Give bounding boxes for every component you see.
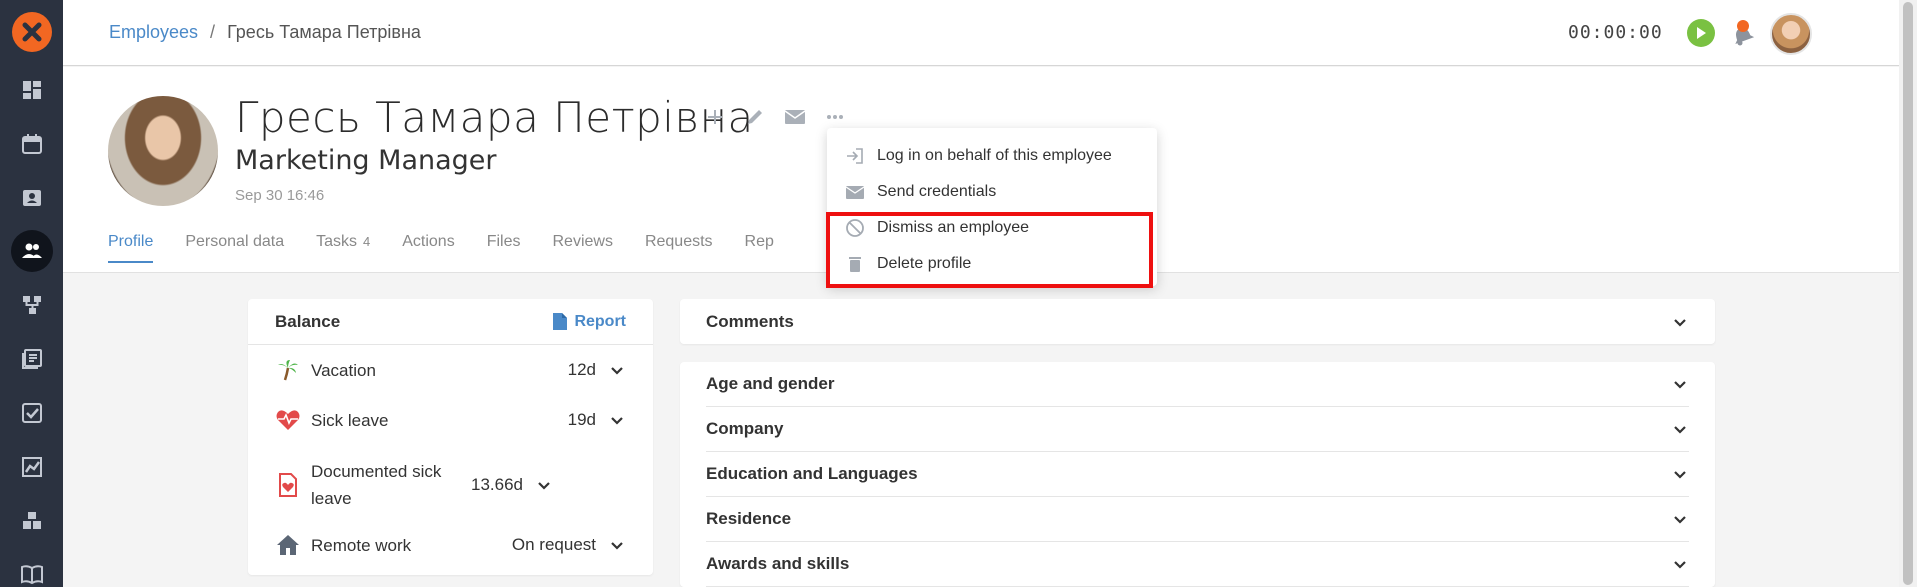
sidebar	[0, 0, 63, 587]
medical-document-icon	[275, 472, 301, 498]
mail-icon[interactable]	[783, 105, 807, 129]
chevron-down-icon[interactable]	[608, 411, 626, 429]
chevron-down-icon[interactable]	[1671, 465, 1689, 483]
x-logo-icon	[22, 22, 42, 42]
remote-work-value: On request	[511, 535, 596, 554]
chevron-down-icon[interactable]	[1671, 510, 1689, 528]
sidebar-item-docs[interactable]	[11, 553, 53, 587]
section-age-gender[interactable]: Age and gender	[706, 362, 1689, 407]
chevron-down-icon[interactable]	[1671, 555, 1689, 573]
sidebar-item-analytics[interactable]	[11, 446, 53, 488]
chart-icon	[22, 457, 42, 477]
library-icon	[22, 349, 42, 369]
add-icon[interactable]	[703, 105, 727, 129]
user-avatar[interactable]	[1770, 13, 1812, 55]
breadcrumb: Employees / Гресь Тамара Петрівна	[109, 22, 421, 43]
dashboard-icon	[23, 81, 41, 99]
sidebar-item-tasks[interactable]	[11, 392, 53, 434]
balance-row-remote-work: Remote work On request	[275, 531, 626, 559]
profile-actions	[703, 105, 847, 129]
chevron-down-icon[interactable]	[608, 536, 626, 554]
home-icon	[275, 532, 301, 558]
login-icon	[847, 148, 863, 164]
scrollbar-thumb[interactable]	[1903, 2, 1913, 585]
more-options-icon[interactable]	[823, 105, 847, 129]
sidebar-item-dashboard[interactable]	[11, 69, 53, 111]
tab-reviews[interactable]: Reviews	[552, 233, 612, 263]
tab-requests[interactable]: Requests	[645, 233, 713, 263]
edit-pencil-icon[interactable]	[743, 105, 767, 129]
org-structure-icon	[23, 296, 41, 314]
menu-item-login-as-employee[interactable]: Log in on behalf of this employee	[827, 138, 1157, 174]
balance-row-sick-leave: Sick leave 19d	[275, 406, 626, 434]
breadcrumb-separator: /	[210, 22, 216, 42]
employee-name: Гресь Тамара Петрівна	[235, 93, 754, 142]
highlight-box	[826, 212, 1153, 288]
comments-header[interactable]: Comments	[680, 299, 1715, 344]
section-awards-skills[interactable]: Awards and skills	[706, 542, 1689, 587]
sidebar-item-structure[interactable]	[11, 284, 53, 326]
play-icon	[1697, 27, 1706, 39]
vacation-value: 12d	[567, 360, 596, 379]
employee-position: Marketing Manager	[235, 145, 497, 176]
documented-sick-leave-value: 13.66d	[471, 475, 523, 494]
employee-date: Sep 30 16:46	[235, 187, 325, 204]
calendar-icon	[22, 134, 42, 154]
report-link[interactable]: Report	[552, 312, 626, 331]
heartbeat-icon	[275, 407, 301, 433]
balance-header: Balance Report	[248, 299, 653, 345]
menu-item-send-credentials[interactable]: Send credentials	[827, 174, 1157, 210]
start-timer-button[interactable]	[1687, 19, 1715, 47]
boxes-icon	[23, 512, 41, 529]
tab-personal-data[interactable]: Personal data	[185, 233, 284, 263]
section-education-languages[interactable]: Education and Languages	[706, 452, 1689, 497]
logo[interactable]	[12, 12, 52, 52]
sidebar-item-employees[interactable]	[11, 230, 53, 272]
details-panel: Age and gender Company Education and Lan…	[680, 362, 1715, 587]
palm-tree-icon	[275, 357, 301, 383]
sidebar-item-contacts[interactable]	[11, 177, 53, 219]
balance-title: Balance	[275, 311, 341, 331]
chevron-down-icon[interactable]	[1671, 375, 1689, 393]
chevron-down-icon[interactable]	[1671, 420, 1689, 438]
time-tracker-display: 00:00:00	[1568, 22, 1663, 43]
chevron-down-icon[interactable]	[608, 361, 626, 379]
tab-actions[interactable]: Actions	[402, 233, 454, 263]
section-residence[interactable]: Residence	[706, 497, 1689, 542]
tasks-count-badge: 4	[363, 234, 371, 249]
balance-row-documented-sick-leave: Documented sick leave 13.66d	[275, 457, 626, 513]
employee-avatar	[108, 96, 218, 206]
section-company[interactable]: Company	[706, 407, 1689, 452]
sidebar-item-knowledge[interactable]	[11, 338, 53, 380]
comments-panel: Comments	[680, 299, 1715, 344]
tab-profile[interactable]: Profile	[108, 233, 154, 263]
chevron-down-icon[interactable]	[535, 476, 553, 494]
chevron-down-icon[interactable]	[1671, 313, 1689, 331]
book-icon	[21, 565, 43, 585]
balance-card: Balance Report Vacation 12d Sick leave 1…	[248, 299, 653, 575]
breadcrumb-employees-link[interactable]: Employees	[109, 22, 198, 43]
notification-dot	[1737, 20, 1749, 32]
document-icon	[553, 313, 568, 330]
people-icon	[22, 243, 42, 258]
breadcrumb-current: Гресь Тамара Петрівна	[227, 22, 421, 42]
checkbox-icon	[22, 403, 42, 423]
tab-tasks[interactable]: Tasks 4	[316, 233, 370, 263]
balance-row-vacation: Vacation 12d	[275, 356, 626, 384]
sidebar-item-inventory[interactable]	[11, 500, 53, 542]
contact-card-icon	[23, 190, 41, 206]
sidebar-item-calendar[interactable]	[11, 123, 53, 165]
tab-files[interactable]: Files	[487, 233, 521, 263]
envelope-icon	[845, 186, 865, 199]
sick-leave-value: 19d	[567, 410, 596, 429]
